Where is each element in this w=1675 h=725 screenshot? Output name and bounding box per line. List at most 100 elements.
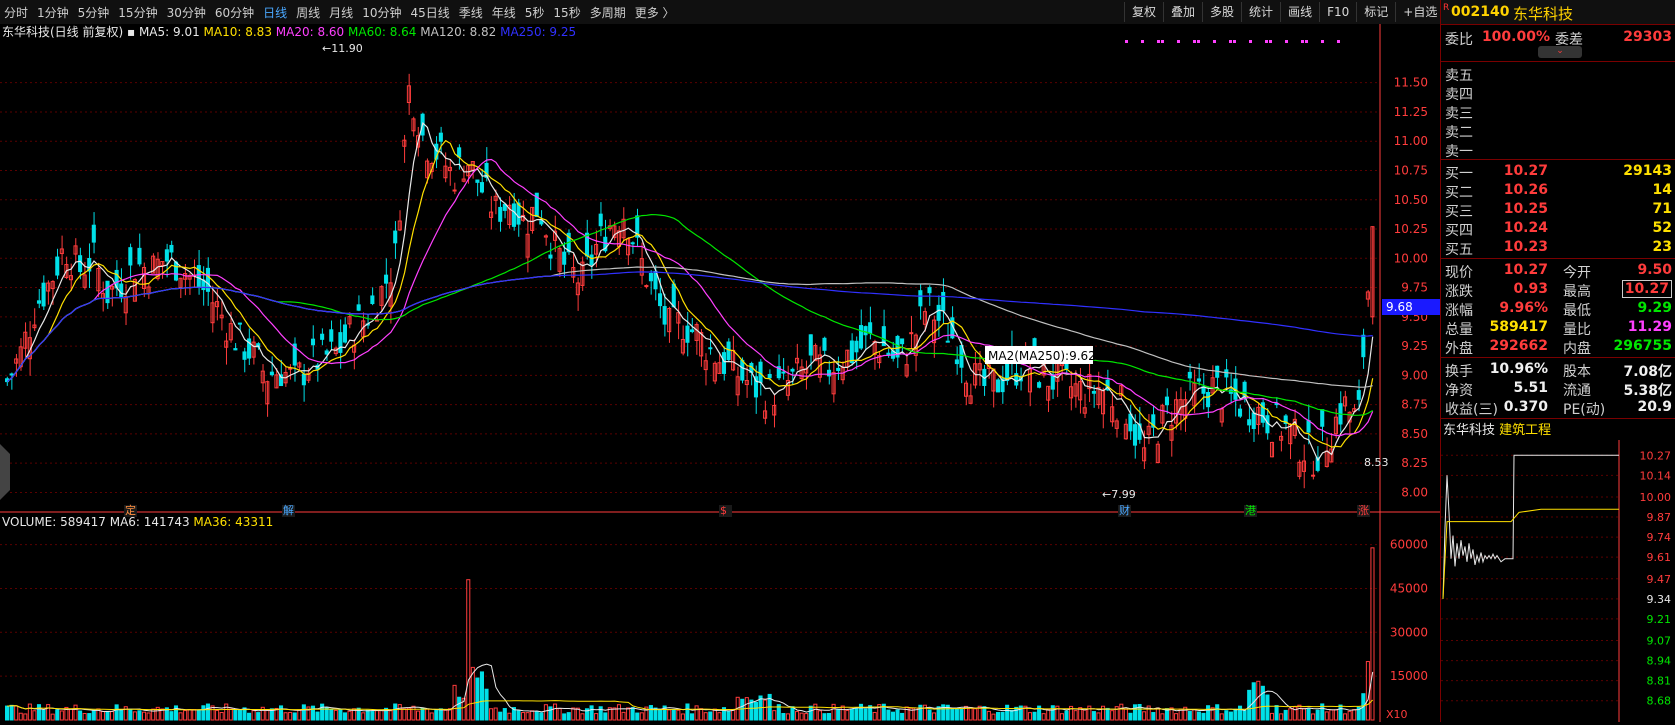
volume-bar — [671, 709, 676, 721]
mini-tick-label: 9.74 — [1647, 531, 1672, 544]
volume-bar — [247, 712, 252, 721]
volume-bar — [658, 708, 663, 721]
candle-body — [781, 371, 786, 374]
quote-label: 买一 — [1445, 166, 1473, 182]
volume-bar — [548, 706, 553, 721]
tool-button-1[interactable]: 叠加 — [1163, 2, 1202, 22]
period-tab-8[interactable]: 月线 — [329, 4, 353, 21]
volume-bar — [119, 709, 124, 721]
signal-dot — [1337, 40, 1340, 43]
event-marker-label[interactable]: 港 — [1245, 504, 1256, 517]
volume-bar — [900, 712, 905, 721]
period-tab-6[interactable]: 日线 — [263, 4, 287, 21]
stat-row-0: 现价 10.27 今开 9.50 — [1441, 261, 1675, 281]
price-tick-label: 11.25 — [1394, 105, 1428, 119]
quote-label-2: 最高 — [1563, 284, 1591, 300]
candle-body — [91, 224, 96, 243]
tool-button-4[interactable]: 画线 — [1280, 2, 1319, 22]
candle-body — [475, 179, 480, 183]
tool-button-3[interactable]: 统计 — [1241, 2, 1280, 22]
period-tab-16[interactable]: 更多 〉 — [635, 4, 675, 21]
quote-value-2: 20.9 — [1637, 399, 1672, 415]
quote-value-2: 5.38亿 — [1623, 383, 1672, 399]
period-tab-1[interactable]: 1分钟 — [37, 4, 69, 21]
tool-button-2[interactable]: 多股 — [1202, 2, 1241, 22]
period-tab-5[interactable]: 60分钟 — [215, 4, 254, 21]
quote-label: 涨幅 — [1445, 303, 1473, 319]
volume-bar — [516, 710, 521, 721]
current-price-tag-text: 9.68 — [1386, 300, 1413, 314]
candle-body — [324, 350, 329, 355]
candle-body — [169, 244, 174, 253]
candle-body — [648, 273, 653, 282]
volume-bar — [781, 713, 786, 721]
period-tab-11[interactable]: 季线 — [459, 4, 483, 21]
period-tab-12[interactable]: 年线 — [492, 4, 516, 21]
period-tab-2[interactable]: 5分钟 — [78, 4, 110, 21]
volume-legend: VOLUME: 589417 MA6: 141743 MA36: 43311 — [2, 515, 273, 529]
event-marker-label[interactable]: 解 — [283, 503, 294, 517]
volume-bar — [566, 712, 571, 721]
period-tab-14[interactable]: 15秒 — [553, 4, 580, 21]
kline-chart-area[interactable]: 11.50 11.25 11.00 10.75 10.50 10.25 10.00 9.75 9… — [0, 24, 1440, 722]
candle-body — [630, 242, 635, 245]
volume-bar — [196, 709, 201, 721]
period-tab-13[interactable]: 5秒 — [525, 4, 545, 21]
tool-button-0[interactable]: 复权 — [1124, 2, 1163, 22]
candle-body — [863, 326, 868, 336]
volume-bar — [1132, 704, 1138, 721]
period-tab-4[interactable]: 30分钟 — [167, 4, 206, 21]
volume-bar — [1233, 708, 1238, 721]
mini-tick-label: 9.21 — [1647, 613, 1672, 626]
quote-value-2: 14 — [1652, 182, 1672, 198]
event-marker-label[interactable]: 涨 — [1358, 504, 1369, 517]
candle-body — [671, 283, 676, 308]
quote-value-2: 9.50 — [1637, 262, 1672, 278]
collapse-button[interactable]: ⌄ — [1538, 46, 1582, 58]
signal-dot — [1213, 40, 1216, 43]
quote-value: 292662 — [1489, 338, 1548, 354]
quote-label: 收益(三) — [1445, 402, 1498, 418]
volume-bar — [690, 713, 695, 721]
signal-dot — [1141, 40, 1144, 43]
period-tab-0[interactable]: 分时 — [4, 4, 28, 21]
tool-button-5[interactable]: F10 — [1319, 2, 1356, 22]
candle-body — [516, 202, 521, 225]
period-tab-9[interactable]: 10分钟 — [362, 4, 401, 21]
tool-button-7[interactable]: +自选 — [1395, 2, 1444, 22]
volume-bar — [1196, 711, 1201, 721]
candle-body — [690, 329, 695, 333]
quote-value: 10.25 — [1503, 201, 1548, 217]
candle-body — [301, 373, 306, 386]
tool-button-6[interactable]: 标记 — [1356, 2, 1395, 22]
quote-value: 10.24 — [1503, 220, 1548, 236]
volume-bar — [1009, 709, 1014, 721]
weibi-row: 委比 100.00% 委差 29303 — [1441, 28, 1675, 48]
candle-body — [1164, 396, 1170, 406]
volume-bar — [1224, 710, 1229, 721]
kline-svg[interactable]: 11.50 11.25 11.00 10.75 10.50 10.25 10.00 9.75 9… — [0, 24, 1440, 722]
volume-bar — [41, 709, 46, 721]
event-marker-label[interactable]: 财 — [1119, 503, 1130, 517]
mini-chart-svg[interactable]: 东华科技 建筑工程 10.27 10.14 10.00 9.87 9.74 9.61 9.47… — [1441, 420, 1675, 722]
candle-body — [548, 254, 553, 259]
panel-divider — [1441, 258, 1675, 259]
volume-bar — [836, 708, 841, 721]
volume-bar — [854, 707, 859, 721]
volume-bar — [338, 709, 343, 721]
period-tab-3[interactable]: 15分钟 — [118, 4, 157, 21]
volume-bar — [173, 705, 179, 721]
volume-bar — [808, 705, 813, 721]
period-tab-15[interactable]: 多周期 — [590, 4, 626, 21]
quote-label: 总量 — [1445, 322, 1473, 338]
candle-body — [1311, 474, 1316, 477]
candle-body — [1187, 371, 1192, 379]
mini-tick-label: 9.87 — [1647, 511, 1672, 524]
period-tab-10[interactable]: 45日线 — [410, 4, 449, 21]
candle-body — [1132, 424, 1138, 446]
volume-bar — [1228, 711, 1233, 721]
candle-body — [858, 325, 864, 349]
intraday-mini-chart[interactable]: 东华科技 建筑工程 10.27 10.14 10.00 9.87 9.74 9.61 9.47… — [1441, 420, 1675, 722]
event-marker-label[interactable]: $ — [720, 504, 727, 517]
period-tab-7[interactable]: 周线 — [296, 4, 320, 21]
